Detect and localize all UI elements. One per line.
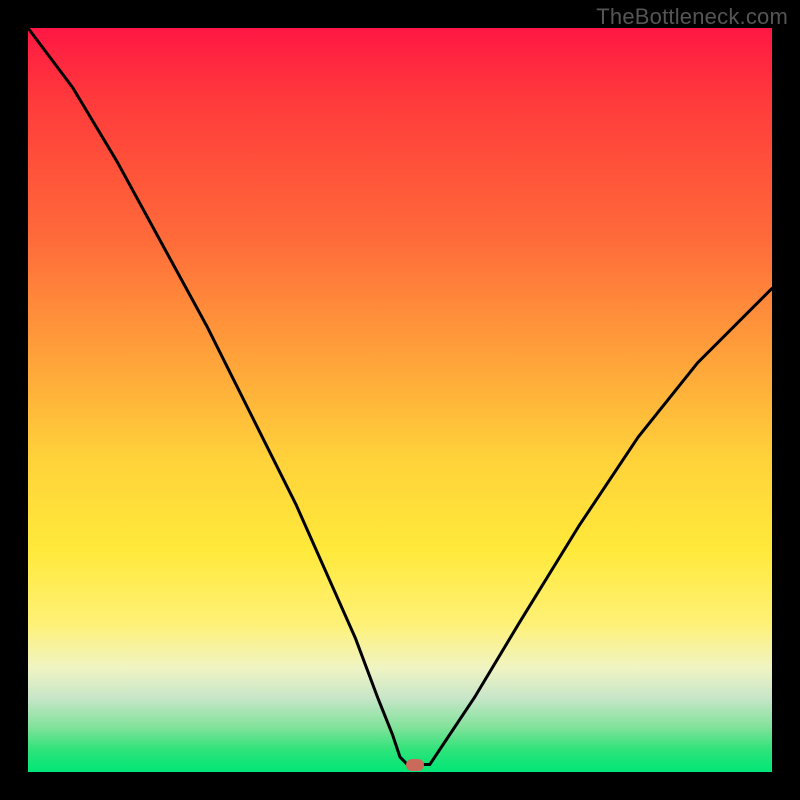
bottleneck-curve [28, 28, 772, 772]
chart-frame: TheBottleneck.com [0, 0, 800, 800]
watermark-text: TheBottleneck.com [596, 4, 788, 30]
plot-area [28, 28, 772, 772]
touchpoint-marker [406, 759, 424, 771]
